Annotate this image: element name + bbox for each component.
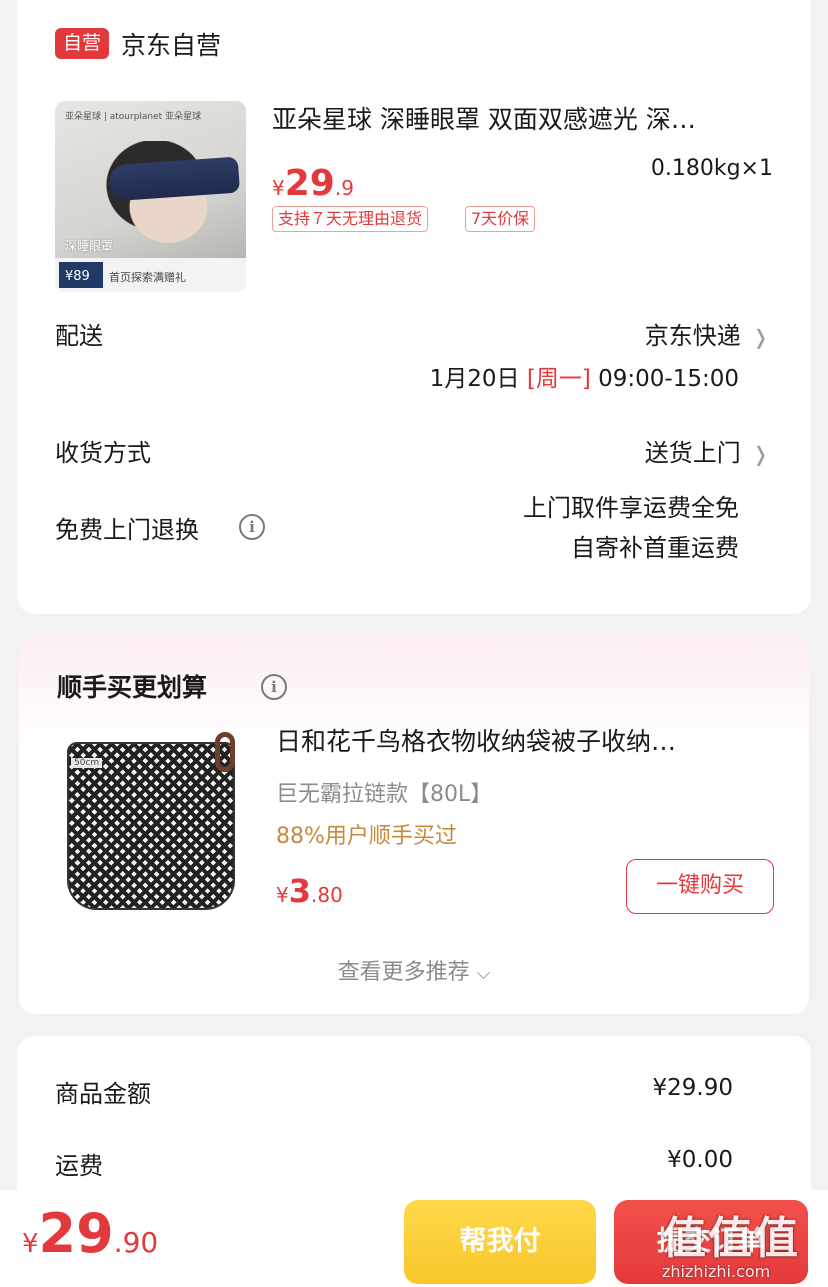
help-me-pay-button[interactable]: 帮我付 (404, 1200, 596, 1284)
delivery-weekday: [周一] (526, 366, 591, 392)
receive-method-label: 收货方式 (55, 439, 151, 467)
free-return-line1: 上门取件享运费全免 (523, 494, 739, 522)
one-click-buy-button[interactable]: 一键购买 (626, 859, 774, 914)
price-integer: 3 (288, 872, 311, 910)
product-price: ¥29.9 (272, 163, 354, 204)
delivery-date: 1月20日 (429, 366, 520, 392)
thumb-promo-text: 首页探索满赠礼 (109, 271, 186, 284)
reco-item-price: ¥3.80 (276, 872, 343, 910)
return-policy-tag: 支持７天无理由退货 (272, 206, 429, 232)
price-decimal: .80 (311, 883, 343, 907)
chevron-right-icon: ❭ (745, 325, 769, 349)
price-currency: ¥ (22, 1229, 39, 1259)
free-return-line2: 自寄补首重运费 (571, 534, 739, 562)
price-integer: 29 (38, 1202, 114, 1265)
price-protect-tag: 7天价保 (465, 206, 536, 232)
price-currency: ¥ (272, 176, 285, 200)
shipping-fee-value: ¥0.00 (667, 1147, 733, 1173)
chevron-down-icon: ⌵ (476, 963, 491, 984)
chevron-right-icon: ❭ (745, 442, 769, 466)
reco-item-title[interactable]: 日和花千鸟格衣物收纳袋被子收纳… (276, 722, 766, 758)
delivery-selector[interactable]: 京东快递 ❭ (645, 316, 769, 351)
reco-item-thumbnail[interactable]: 50cm (57, 728, 247, 918)
reco-item-social-proof: 88%用户顺手买过 (276, 824, 457, 849)
product-card: 自营 京东自营 亚朵星球 | atourplanet 亚朵星球 深睡眼罩 ¥89… (17, 0, 811, 614)
thumb-brand: 亚朵星球 | atourplanet 亚朵星球 (65, 112, 202, 122)
reco-item-variant: 巨无霸拉链款【80L】 (276, 782, 493, 807)
product-thumbnail[interactable]: 亚朵星球 | atourplanet 亚朵星球 深睡眼罩 ¥89 首页探索满赠礼 (55, 101, 246, 292)
thumb-promo-price: ¥89 (59, 262, 103, 288)
product-title[interactable]: 亚朵星球 深睡眼罩 双面双感遮光 深… (272, 100, 752, 136)
goods-amount-label: 商品金额 (55, 1080, 151, 1108)
thumb-label: 深睡眼罩 (65, 239, 114, 253)
price-decimal: .9 (334, 176, 354, 200)
info-icon[interactable]: i (261, 674, 287, 700)
shop-name[interactable]: 京东自营 (121, 26, 221, 62)
reco-title: 顺手买更划算 (57, 673, 208, 702)
view-more-label: 查看更多推荐 (337, 960, 470, 985)
delivery-label: 配送 (55, 322, 103, 350)
bag-handle (215, 732, 235, 772)
thumb-size-tag: 50cm (71, 758, 103, 768)
site-watermark: 值值值 zhizhizhi.com (662, 1202, 822, 1284)
recommendation-card: 顺手买更划算 i 50cm 日和花千鸟格衣物收纳袋被子收纳… 巨无霸拉链款【80… (17, 636, 811, 1016)
view-more-recommendations[interactable]: 查看更多推荐 ⌵ (19, 954, 809, 986)
delivery-window: 09:00-15:00 (598, 366, 739, 392)
price-decimal: .90 (113, 1226, 159, 1259)
price-currency: ¥ (276, 883, 289, 907)
price-integer: 29 (284, 163, 335, 204)
receive-method-value: 送货上门 (644, 439, 741, 467)
product-quantity: 0.180kg×1 (650, 156, 773, 181)
free-return-label: 免费上门退换 (55, 516, 199, 544)
self-operated-badge: 自营 (55, 28, 110, 59)
info-icon[interactable]: i (239, 514, 265, 540)
goods-amount-value: ¥29.90 (652, 1075, 733, 1101)
receive-method-selector[interactable]: 送货上门 ❭ (645, 433, 769, 468)
delivery-time[interactable]: 1月20日 [周一] 09:00-15:00 (430, 359, 739, 393)
total-price: ¥29.90 (22, 1202, 158, 1265)
watermark-logo: 值值值 (662, 1213, 800, 1264)
delivery-method: 京东快递 (644, 322, 741, 350)
shipping-fee-label: 运费 (55, 1152, 103, 1180)
